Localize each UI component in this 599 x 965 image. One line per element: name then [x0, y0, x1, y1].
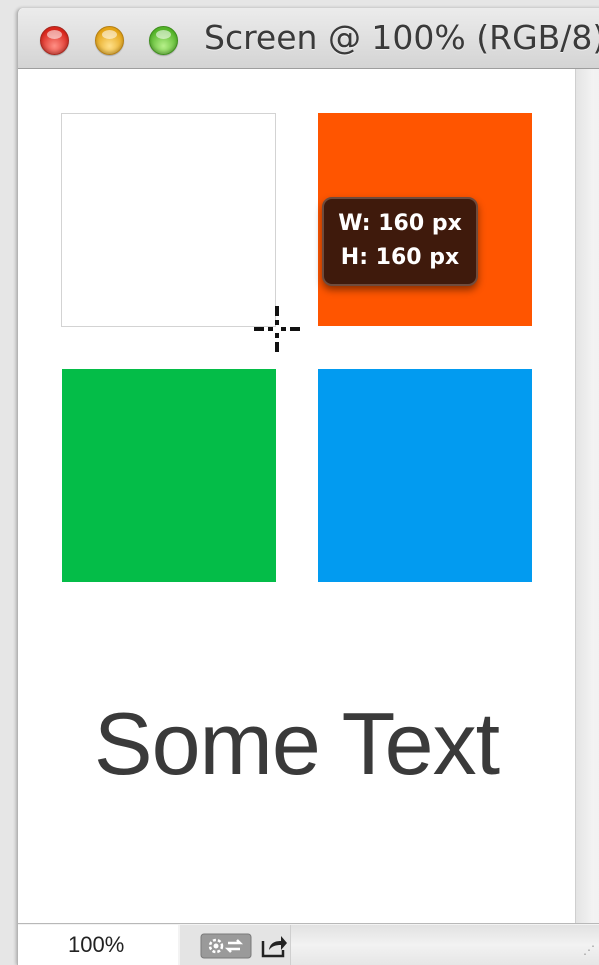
status-bar: 100% ⋰ — [18, 923, 599, 965]
tooltip-width: W: 160 px — [338, 211, 462, 236]
document-canvas[interactable]: W: 160 px H: 160 px Some Text — [18, 69, 575, 923]
minimize-window-button[interactable] — [95, 26, 124, 55]
title-bar[interactable]: Screen @ 100% (RGB/8) — [18, 8, 599, 69]
close-window-button[interactable] — [40, 26, 69, 55]
horizontal-scrollbar[interactable] — [290, 925, 599, 965]
window-title: Screen @ 100% (RGB/8) — [204, 18, 599, 57]
green-square[interactable] — [62, 369, 276, 582]
zoom-level-field[interactable]: 100% — [18, 925, 178, 965]
status-icons-group — [180, 925, 290, 965]
dimension-tooltip: W: 160 px H: 160 px — [322, 197, 478, 286]
blue-square[interactable] — [318, 369, 532, 582]
document-window: Screen @ 100% (RGB/8) W: 160 px H: 160 p… — [17, 8, 599, 965]
share-icon[interactable] — [260, 933, 288, 959]
sample-text-layer[interactable]: Some Text — [18, 693, 575, 795]
vertical-scrollbar[interactable] — [575, 69, 599, 923]
tooltip-height: H: 160 px — [340, 245, 460, 270]
document-info-icon[interactable] — [200, 933, 252, 959]
empty-square-outline[interactable] — [61, 113, 276, 327]
zoom-window-button[interactable] — [149, 26, 178, 55]
crosshair-cursor-icon — [254, 306, 300, 352]
resize-grip-icon[interactable]: ⋰ — [583, 944, 599, 962]
